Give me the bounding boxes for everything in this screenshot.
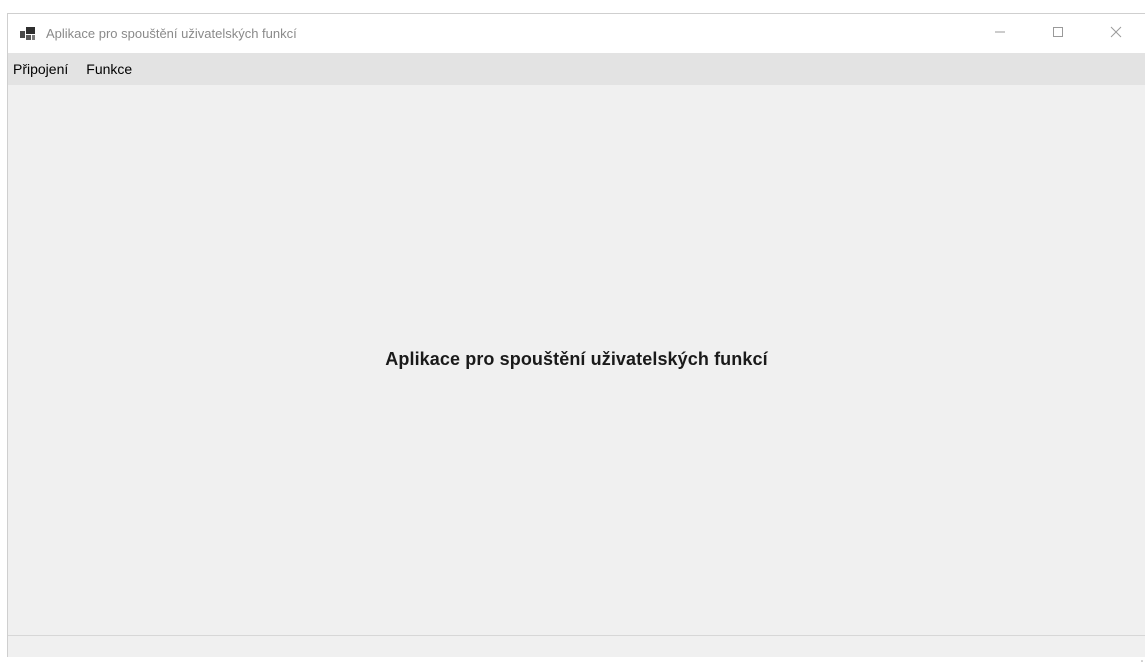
- maximize-icon: [1052, 25, 1064, 43]
- close-icon: [1110, 25, 1122, 43]
- menu-item-pripojeni[interactable]: Připojení: [8, 53, 77, 85]
- minimize-icon: [994, 25, 1006, 43]
- app-heading: Aplikace pro spouštění uživatelských fun…: [385, 349, 768, 369]
- menu-bar: Připojení Funkce: [8, 53, 1145, 85]
- status-bar: [8, 635, 1145, 662]
- maximize-button[interactable]: [1029, 14, 1087, 53]
- main-content-area: Aplikace pro spouštění uživatelských fun…: [8, 85, 1145, 635]
- resize-grip-icon[interactable]: [1137, 649, 1143, 662]
- app-window: Aplikace pro spouštění uživatelských fun…: [7, 13, 1145, 662]
- menu-item-funkce[interactable]: Funkce: [77, 53, 141, 85]
- title-bar[interactable]: Aplikace pro spouštění uživatelských fun…: [8, 14, 1145, 53]
- close-button[interactable]: [1087, 14, 1145, 53]
- window-title: Aplikace pro spouštění uživatelských fun…: [46, 26, 297, 41]
- app-window-icon: [20, 26, 36, 42]
- minimize-button[interactable]: [971, 14, 1029, 53]
- window-controls: [971, 14, 1145, 53]
